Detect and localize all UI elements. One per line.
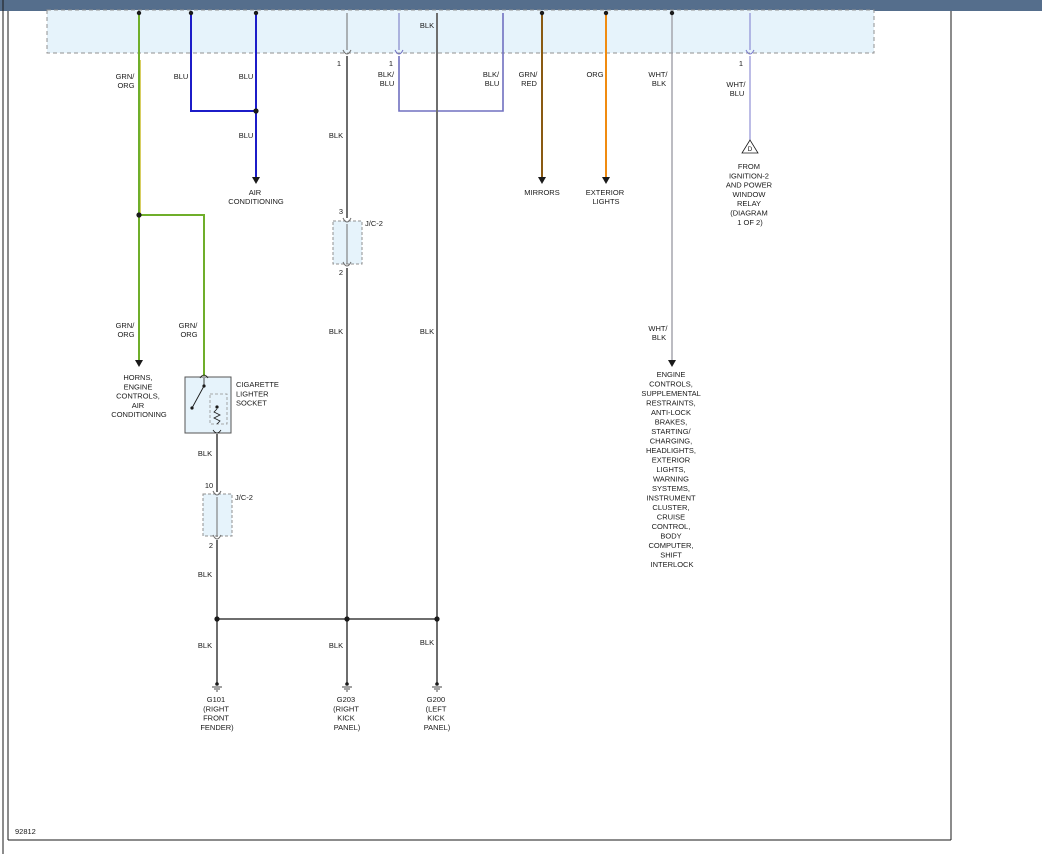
jc2-lower-pin-top: 10 — [205, 481, 213, 490]
destination-engine-controls: ENGINE CONTROLS, SUPPLEMENTAL RESTRAINTS… — [641, 370, 702, 569]
destination-exterior-lights: EXTERIOR LIGHTS — [586, 188, 626, 206]
wire-label-blk-1: BLK — [329, 131, 343, 140]
component-label-cigarette-lighter: CIGARETTE LIGHTER SOCKET — [236, 380, 281, 408]
wire-label-blk-top: BLK — [420, 21, 434, 30]
ground-label-g200: G200 (LEFT KICK PANEL) — [424, 695, 451, 732]
pin-label-1b: 1 — [389, 59, 393, 68]
connector-d-label: D — [748, 146, 753, 153]
wire-label-blk-blu-2: BLK/ BLU — [483, 70, 501, 88]
wiring-diagram: D GRN/ ORG BLU BLU BLU 1 BLK BLK 1 BLK/ … — [0, 0, 1042, 854]
wire-label-blu-1: BLU — [174, 72, 189, 81]
ground-label-g101: G101 (RIGHT FRONT FENDER) — [200, 695, 234, 732]
wire-label-blk-8: BLK — [420, 638, 434, 647]
cigarette-lighter-socket — [184, 374, 232, 434]
wire-label-org: ORG — [586, 70, 603, 79]
jc2-lower-name: J/C-2 — [235, 493, 253, 502]
wire-label-blk-2: BLK — [329, 327, 343, 336]
diagram-id: 92812 — [15, 827, 36, 836]
wire-label-blk-6: BLK — [198, 641, 212, 650]
destination-mirrors: MIRRORS — [524, 188, 559, 197]
wire-label-wht-blu: WHT/ BLU — [726, 80, 747, 98]
jc2-upper-pin-top: 3 — [339, 207, 343, 216]
ground-symbol-g200 — [432, 682, 442, 692]
wire-label-blu-3: BLU — [239, 131, 254, 140]
pin-label-1a: 1 — [337, 59, 341, 68]
junction-connector-jc2-upper — [332, 217, 363, 267]
wire-label-wht-blk-1: WHT/ BLK — [648, 70, 669, 88]
ground-label-g203: G203 (RIGHT KICK PANEL) — [333, 695, 361, 732]
wire-label-wht-blk-2: WHT/ BLK — [648, 324, 669, 342]
wht-blk-circuit — [668, 10, 676, 367]
ground-splice — [214, 616, 440, 622]
jc2-upper-pin-bottom: 2 — [339, 268, 343, 277]
wire-label-grn-red: GRN/ RED — [519, 70, 540, 88]
pin-label-1c: 1 — [739, 59, 743, 68]
wire-label-grn-org-1: GRN/ ORG — [116, 72, 137, 90]
wire-label-blk-4: BLK — [198, 449, 212, 458]
ground-symbol-g101 — [212, 682, 222, 692]
wire-label-grn-org-3: GRN/ ORG — [179, 321, 200, 339]
jc2-lower-pin-bottom: 2 — [209, 541, 213, 550]
blk-circuit-g203 — [342, 13, 352, 684]
ground-symbol-g203 — [342, 682, 352, 692]
destination-from-ignition: FROM IGNITION-2 AND POWER WINDOW RELAY (… — [726, 162, 774, 227]
destination-horns: HORNS, ENGINE CONTROLS, AIR CONDITIONING — [111, 373, 167, 419]
wire-label-blk-blu-1: BLK/ BLU — [378, 70, 396, 88]
wire-label-blu-2: BLU — [239, 72, 254, 81]
wire-label-blk-7: BLK — [329, 641, 343, 650]
wire-label-grn-org-2: GRN/ ORG — [116, 321, 137, 339]
jc2-upper-name: J/C-2 — [365, 219, 383, 228]
wire-label-blk-3: BLK — [420, 327, 434, 336]
wire-label-blk-5: BLK — [198, 570, 212, 579]
destination-air-conditioning: AIR CONDITIONING — [228, 188, 284, 206]
junction-connector-jc2-lower — [202, 490, 233, 540]
top-bar — [0, 0, 1042, 11]
